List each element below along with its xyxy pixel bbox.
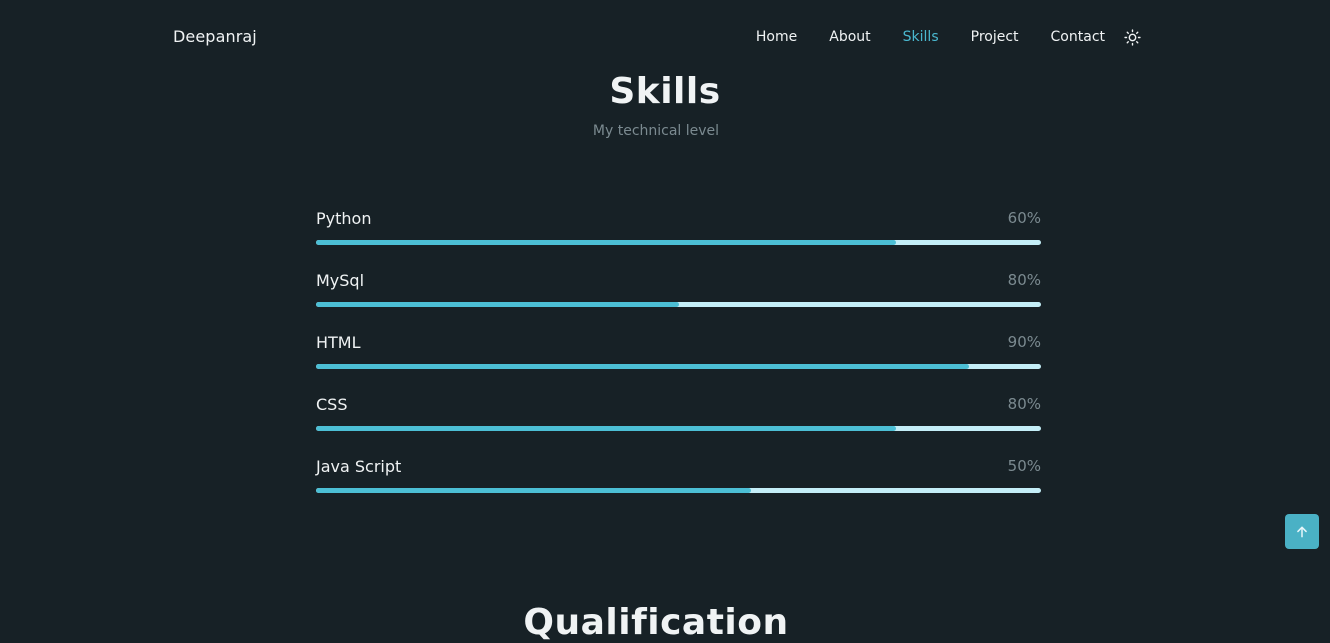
section-title: Skills — [609, 71, 721, 112]
skill-bar-fill — [316, 488, 751, 493]
arrow-up-icon — [1297, 526, 1307, 537]
nav-menu: Home About Skills Project Contact — [724, 28, 1141, 46]
header: Deepanraj Home About Skills Project Cont… — [0, 0, 1330, 74]
skill-javascript: Java Script 50% — [316, 455, 1041, 517]
skill-percent: 80% — [1007, 395, 1041, 413]
section-subtitle: My technical level — [592, 123, 720, 139]
skill-bar-fill — [316, 426, 896, 431]
nav-home[interactable]: Home — [756, 29, 797, 45]
skill-percent: 80% — [1007, 271, 1041, 289]
skill-name: Python — [316, 209, 372, 228]
skill-html: HTML 90% — [316, 331, 1041, 393]
logo[interactable]: Deepanraj — [173, 27, 257, 46]
skill-python: Python 60% — [316, 207, 1041, 269]
nav-about[interactable]: About — [829, 29, 870, 45]
nav-project[interactable]: Project — [971, 29, 1019, 45]
skill-bar-track — [316, 488, 1041, 493]
skill-bar-fill — [316, 364, 969, 369]
skill-bar-track — [316, 302, 1041, 307]
skill-bar-track — [316, 426, 1041, 431]
nav-skills[interactable]: Skills — [903, 29, 939, 45]
skill-bar-track — [316, 364, 1041, 369]
nav-contact[interactable]: Contact — [1051, 29, 1105, 45]
sun-icon[interactable] — [1123, 28, 1141, 46]
skill-name: HTML — [316, 333, 361, 352]
skill-bar-fill — [316, 240, 896, 245]
skill-percent: 60% — [1007, 209, 1041, 227]
qualification-title: Qualification — [523, 602, 789, 643]
skill-name: MySql — [316, 271, 365, 290]
skill-bar-track — [316, 240, 1041, 245]
skill-bar-fill — [316, 302, 679, 307]
skills-list: Python 60% MySql 80% HTML 90% CSS 80% Ja… — [316, 207, 1041, 517]
skill-percent: 90% — [1007, 333, 1041, 351]
skill-percent: 50% — [1007, 457, 1041, 475]
scroll-up-button[interactable] — [1285, 514, 1319, 549]
skill-mysql: MySql 80% — [316, 269, 1041, 331]
skill-name: CSS — [316, 395, 348, 414]
skill-css: CSS 80% — [316, 393, 1041, 455]
skill-name: Java Script — [316, 457, 402, 476]
